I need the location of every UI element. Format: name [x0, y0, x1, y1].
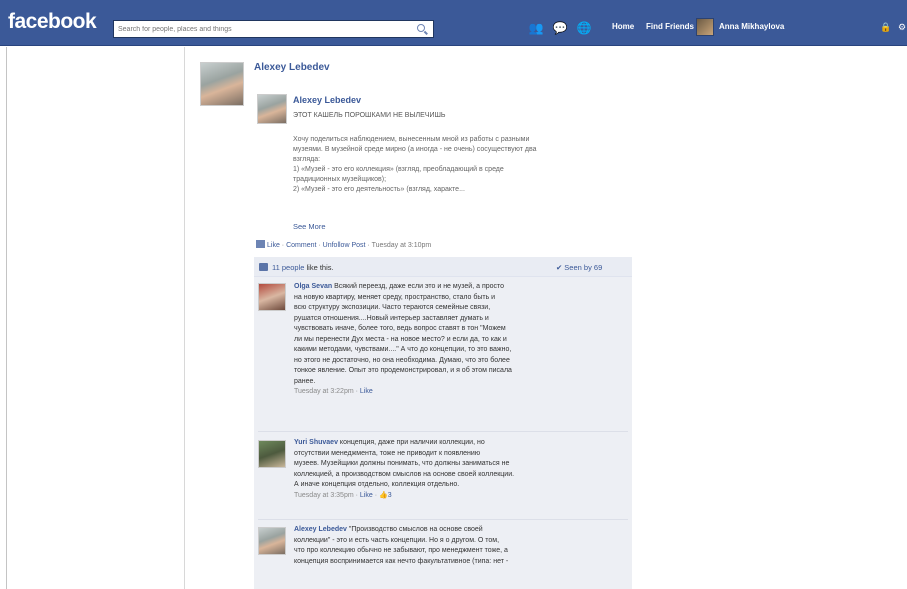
post-actions: Like · Comment · Unfollow Post · Tuesday… — [256, 240, 431, 249]
comment-text-line: музеев. Музейщики должны понимать, что д… — [294, 460, 510, 467]
comment-text-line: коллекции" - это и есть часть концепции.… — [294, 536, 500, 544]
see-more-link[interactable]: See More — [293, 222, 326, 231]
seen-by[interactable]: ✔ Seen by 69 — [556, 263, 602, 272]
comment-time[interactable]: Tuesday at 3:35pm — [294, 492, 354, 499]
comment-text-line: коллекцией, а производством смыслов на о… — [294, 470, 515, 478]
left-border — [6, 47, 7, 589]
post-body-line: традиционных музейщиков); — [293, 176, 387, 183]
comment-text-line: чувствовать иначе, более того, ведь вопр… — [294, 325, 506, 332]
post-body-line: Хочу поделиться наблюдением, вынесенным … — [293, 136, 530, 143]
comment-item: Olga Sevan Всякий переезд, даже если это… — [294, 282, 624, 398]
comment-text-line: что про коллекцию обычно не забывают, пр… — [294, 547, 508, 554]
post-title: ЭТОТ КАШЕЛЬ ПОРОШКАМИ НЕ ВЫЛЕЧИШЬ — [293, 112, 446, 119]
notifications-icon[interactable]: 🌐 — [576, 21, 592, 35]
comment-avatar[interactable] — [258, 283, 286, 311]
like-link[interactable]: Like — [267, 242, 280, 249]
comment-text-line: "Производство смыслов на основе своей — [348, 526, 483, 533]
like-icon — [256, 240, 265, 248]
search-input[interactable] — [114, 21, 404, 37]
post-author-avatar[interactable] — [200, 62, 244, 106]
comment-text-line: ранее. — [294, 377, 316, 385]
shared-author-name[interactable]: Alexey Lebedev — [293, 95, 361, 105]
comment-divider — [258, 431, 628, 432]
post-time[interactable]: Tuesday at 3:10pm — [372, 242, 432, 249]
comment-text-line: А иначе концепция отдельно, коллекция от… — [294, 481, 460, 488]
comment-likes-count[interactable]: 👍3 — [379, 492, 392, 499]
privacy-shortcuts-icon[interactable]: 🔒 — [880, 22, 891, 33]
comment-divider — [258, 519, 628, 520]
comment-text-line: Всякий переезд, даже если это и не музей… — [334, 283, 505, 290]
comment-item: Alexey Lebedev "Производство смыслов на … — [294, 525, 624, 567]
user-avatar[interactable] — [696, 18, 714, 36]
comment-likes-number[interactable]: 3 — [388, 492, 392, 499]
settings-icon[interactable]: ⚙ — [898, 22, 906, 33]
comment-author[interactable]: Alexey Lebedev — [294, 526, 347, 533]
comment-text-line: ли мы перенести Дух места - на новое мес… — [294, 335, 507, 343]
friend-requests-icon[interactable]: 👥 — [528, 21, 544, 35]
likes-suffix: like this. — [306, 263, 334, 272]
top-bar: facebook 👥 💬 🌐 Home Find Friends Anna Mi… — [0, 0, 907, 46]
comment-text-line: концепция, даже при наличии коллекции, н… — [339, 439, 485, 446]
comment-text-line: какими методами, чувствами...." А что до… — [294, 346, 512, 353]
nav-find-friends-link[interactable]: Find Friends — [646, 22, 694, 31]
nav-user-name[interactable]: Anna Mikhaylova — [719, 22, 784, 31]
comment-link[interactable]: Comment — [286, 242, 316, 249]
messages-icon[interactable]: 💬 — [552, 21, 568, 35]
seen-by-text[interactable]: Seen by 69 — [564, 263, 602, 272]
comment-like-link[interactable]: Like — [360, 388, 373, 395]
comment-item: Yuri Shuvaev концепция, даже при наличии… — [294, 438, 624, 501]
check-icon: ✔ — [556, 263, 563, 272]
comment-text-line: концепция воспринимается как нечто факул… — [294, 557, 509, 565]
likes-summary: 11 people like this. — [272, 263, 334, 272]
comment-time[interactable]: Tuesday at 3:22pm — [294, 388, 354, 395]
search-icon[interactable] — [417, 24, 425, 32]
comment-like-link[interactable]: Like — [360, 492, 373, 499]
comment-text-line: но этого не достаточно, но она необходим… — [294, 356, 510, 364]
column-divider — [184, 47, 185, 589]
comment-text-line: на новую квартиру, меняет среду, простра… — [294, 293, 496, 301]
post-body-line: 2) «Музей - это его деятельность» (взгля… — [293, 186, 465, 193]
thumbs-up-icon — [259, 263, 268, 271]
post-body-line: музеями. В музейной среде мирно (а иногд… — [293, 146, 537, 153]
search-box[interactable] — [113, 20, 434, 38]
likes-count-link[interactable]: 11 people — [272, 263, 304, 272]
shared-author-avatar[interactable] — [257, 94, 287, 124]
comment-text-line: тонкое явление. Опыт это продемонстриров… — [294, 367, 512, 374]
unfollow-link[interactable]: Unfollow Post — [323, 242, 366, 249]
post-body-line: взгляда: — [293, 156, 321, 163]
comment-avatar[interactable] — [258, 440, 286, 468]
comment-text-line: всю структуру экспозиции. Часто тераются… — [294, 304, 491, 311]
comment-text-line: отсутствии менеджмента, тоже не приводит… — [294, 449, 481, 457]
post-body: Хочу поделиться наблюдением, вынесенным … — [293, 135, 633, 195]
comment-author[interactable]: Yuri Shuvaev — [294, 439, 338, 446]
comment-text-line: рушатся отношения....Новый интерьер заст… — [294, 314, 489, 322]
post-body-line: 1) «Музей - это его коллекция» (взгляд, … — [293, 166, 504, 173]
post-author-name[interactable]: Alexey Lebedev — [254, 62, 330, 73]
comment-avatar[interactable] — [258, 527, 286, 555]
facebook-logo[interactable]: facebook — [8, 10, 97, 34]
nav-home-link[interactable]: Home — [612, 22, 634, 31]
comment-author[interactable]: Olga Sevan — [294, 283, 332, 290]
